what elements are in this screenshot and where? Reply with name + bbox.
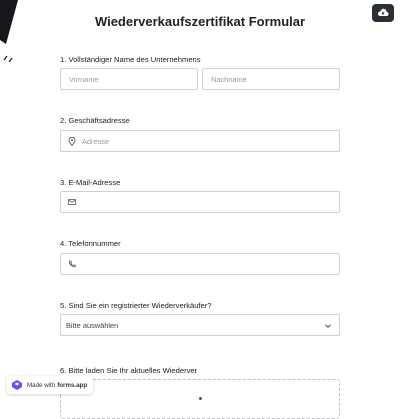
first-name-field[interactable]: Vorname [60, 68, 198, 90]
brand-name: forms.app [57, 381, 88, 389]
question-label-company-name: 1. Vollständiger Name des Unternehmens [60, 55, 201, 64]
last-name-placeholder: Nachname [211, 74, 247, 84]
reseller-select-value: Bitte auswählen [66, 320, 119, 330]
phone-field[interactable] [60, 253, 340, 275]
phone-icon [67, 259, 77, 269]
address-field[interactable]: Adresse [60, 130, 340, 152]
reseller-select[interactable]: Bitte auswählen [60, 314, 340, 336]
location-pin-icon [67, 136, 77, 146]
question-label-reseller: 5. Sind Sie ein registrierter Wiederverk… [60, 301, 212, 310]
corner-decoration [0, 0, 18, 62]
made-with-text: Made with [27, 381, 56, 389]
question-label-address: 2. Geschäftsadresse [60, 116, 130, 125]
question-label-email: 3. E-Mail-Adresse [60, 178, 121, 187]
made-with-badge[interactable]: Made with forms.app [7, 376, 94, 394]
email-field[interactable] [60, 191, 340, 213]
chevron-down-icon [325, 324, 331, 328]
question-label-phone: 4. Telefonnummer [60, 239, 121, 248]
first-name-placeholder: Vorname [69, 74, 99, 84]
address-placeholder: Adresse [82, 136, 110, 146]
upload-dropzone[interactable] [60, 379, 340, 419]
last-name-field[interactable]: Nachname [202, 68, 340, 90]
mail-icon [67, 197, 77, 207]
question-label-upload: 6. Bitte laden Sie Ihr aktuelles Wiederv… [60, 366, 198, 375]
form-title: Wiederverkaufszertifikat Formular [94, 14, 306, 29]
forms-app-logo-icon [12, 380, 22, 390]
